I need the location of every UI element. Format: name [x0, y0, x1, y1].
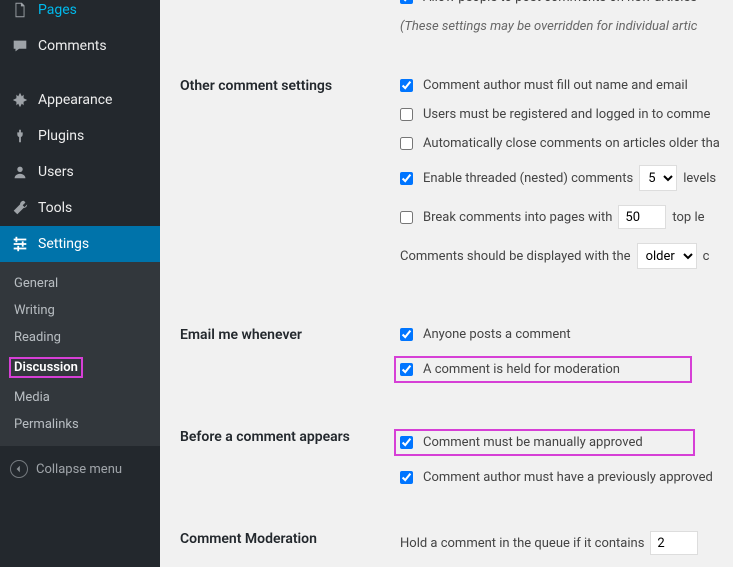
menu-label: Settings: [38, 236, 89, 252]
menu-label: Pages: [38, 2, 77, 18]
email-heading: Email me whenever: [180, 327, 400, 343]
break-label-a: Break comments into pages with: [423, 210, 612, 225]
menu-label: Users: [38, 164, 74, 180]
allow-comments-checkbox[interactable]: [400, 0, 413, 4]
submenu-reading[interactable]: Reading: [0, 324, 160, 351]
submenu-media[interactable]: Media: [0, 384, 160, 411]
hold-label: Hold a comment in the queue if it contai…: [400, 536, 644, 551]
submenu-permalinks[interactable]: Permalinks: [0, 411, 160, 438]
threaded-levels-select[interactable]: 5: [639, 165, 677, 191]
display-order-select[interactable]: older: [637, 243, 697, 269]
submenu-writing[interactable]: Writing: [0, 297, 160, 324]
threaded-checkbox[interactable]: [400, 172, 413, 185]
break-pages-input[interactable]: [618, 205, 666, 229]
fill-name-label: Comment author must fill out name and em…: [423, 78, 688, 93]
autoclose-checkbox[interactable]: [400, 137, 413, 150]
held-moderation-label: A comment is held for moderation: [423, 362, 620, 377]
pages-icon: [10, 0, 30, 20]
allow-comments-label: Allow people to post comments on new art…: [423, 0, 697, 5]
sidebar-item-comments[interactable]: Comments: [0, 28, 160, 64]
anyone-posts-checkbox[interactable]: [400, 328, 413, 341]
plugins-icon: [10, 126, 30, 146]
settings-icon: [10, 234, 30, 254]
sidebar-item-tools[interactable]: Tools: [0, 190, 160, 226]
settings-submenu: General Writing Reading Discussion Media…: [0, 262, 160, 446]
autoclose-label: Automatically close comments on articles…: [423, 136, 720, 151]
sidebar-item-users[interactable]: Users: [0, 154, 160, 190]
fill-name-checkbox[interactable]: [400, 79, 413, 92]
break-label-b: top le: [672, 210, 704, 225]
display-label-b: c: [703, 249, 710, 264]
anyone-posts-label: Anyone posts a comment: [423, 327, 571, 342]
manual-approve-label: Comment must be manually approved: [423, 435, 643, 450]
registered-checkbox[interactable]: [400, 108, 413, 121]
comments-icon: [10, 36, 30, 56]
threaded-label-a: Enable threaded (nested) comments: [423, 171, 633, 186]
display-label-a: Comments should be displayed with the: [400, 249, 631, 264]
other-settings-heading: Other comment settings: [180, 78, 400, 94]
manual-approve-checkbox[interactable]: [400, 436, 413, 449]
prev-approved-checkbox[interactable]: [400, 471, 413, 484]
before-heading: Before a comment appears: [180, 429, 400, 445]
menu-label: Appearance: [38, 92, 112, 108]
tools-icon: [10, 198, 30, 218]
held-moderation-checkbox[interactable]: [400, 363, 413, 376]
override-note: (These settings may be overridden for in…: [400, 19, 733, 34]
registered-label: Users must be registered and logged in t…: [423, 107, 710, 122]
prev-approved-label: Comment author must have a previously ap…: [423, 470, 713, 485]
submenu-discussion[interactable]: Discussion: [0, 351, 160, 384]
admin-sidebar: Pages Comments Appearance Plugins Users …: [0, 0, 160, 567]
menu-label: Tools: [38, 200, 72, 216]
appearance-icon: [10, 90, 30, 110]
sidebar-item-appearance[interactable]: Appearance: [0, 82, 160, 118]
menu-label: Plugins: [38, 128, 84, 144]
sidebar-item-plugins[interactable]: Plugins: [0, 118, 160, 154]
break-pages-checkbox[interactable]: [400, 211, 413, 224]
collapse-menu-button[interactable]: Collapse menu: [0, 452, 160, 486]
threaded-label-b: levels: [683, 171, 716, 186]
collapse-icon: [10, 460, 28, 478]
menu-label: Comments: [38, 38, 107, 54]
sidebar-item-pages[interactable]: Pages: [0, 0, 160, 28]
users-icon: [10, 162, 30, 182]
moderation-heading: Comment Moderation: [180, 531, 400, 547]
submenu-general[interactable]: General: [0, 270, 160, 297]
hold-count-input[interactable]: [650, 531, 698, 555]
settings-content: Allow people to post comments on new art…: [160, 0, 733, 567]
sidebar-item-settings[interactable]: Settings: [0, 226, 160, 262]
